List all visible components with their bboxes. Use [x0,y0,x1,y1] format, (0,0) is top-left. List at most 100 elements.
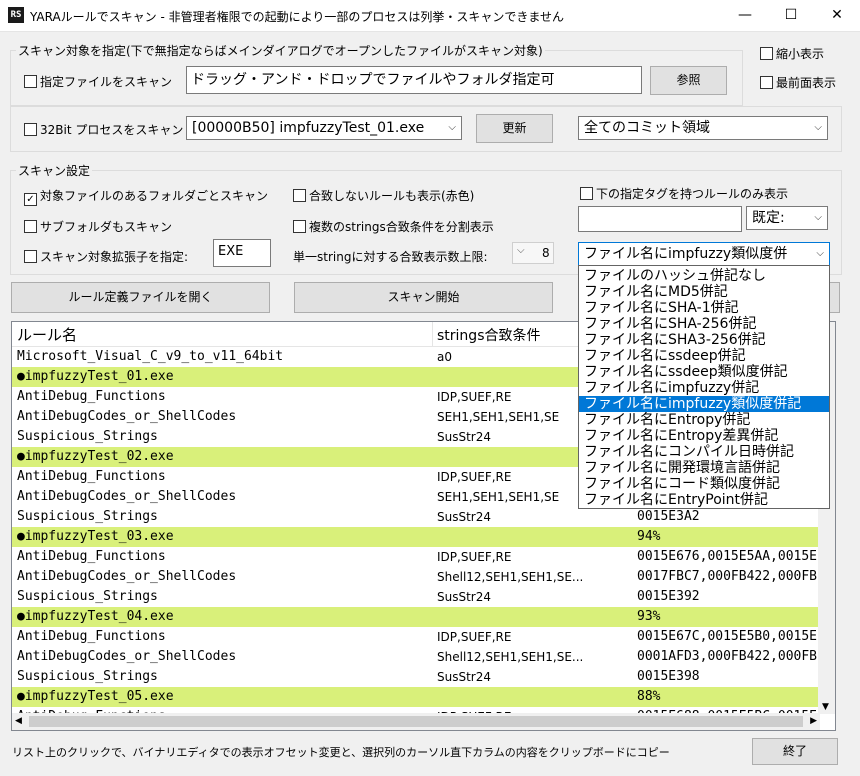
match-limit-label: 単一stringに対する合致表示数上限: [293,250,488,264]
chevron-down-icon: ⌵ [448,122,456,133]
scrollbar-thumb[interactable] [29,716,803,727]
rule-name-cell: AntiDebugCodes_or_ShellCodes [17,649,237,664]
offset-cell: 93% [637,609,661,624]
offset-cell: 0015E67C,0015E5B0,0015E [637,629,818,644]
table-row[interactable]: ●impfuzzyTest_03.exe 94% [12,527,822,547]
region-select[interactable]: 全てのコミット領域 ⌵ [578,116,828,140]
header-rule-name[interactable]: ルール名 [17,324,77,345]
chevron-down-icon[interactable]: ⌵ [517,245,525,256]
header-divider [432,322,433,346]
horizontal-scrollbar[interactable]: ◀ ▶ [12,713,820,730]
topmost-display-checkbox[interactable]: 最前面表示 [760,74,836,91]
extension-input[interactable]: EXE [213,239,271,267]
checkbox-box[interactable] [760,47,773,60]
dropdown-option[interactable]: ファイルのハッシュ併記なし [579,268,829,284]
close-window-button[interactable]: ✕ [814,0,860,31]
extension-checkbox[interactable]: スキャン対象拡張子を指定: [24,248,188,265]
checkbox-box[interactable] [24,220,37,233]
checkbox-box[interactable] [580,187,593,200]
match-limit-spinner[interactable]: ⌵ 8 [512,242,554,264]
hash-append-dropdown[interactable]: ファイルのハッシュ併記なし ファイル名にMD5併記 ファイル名にSHA-1併記 ファイ… [578,265,830,509]
refresh-button[interactable]: 更新 [476,114,553,143]
strings-condition-cell: Shell12,SEH1,SEH1,SE... [437,570,584,584]
dropdown-option[interactable]: ファイル名にコード類似度併記 [579,476,829,492]
dropdown-option[interactable]: ファイル名にコンパイル日時併記 [579,444,829,460]
process-scan-checkbox[interactable]: 32Bit プロセスをスキャン [24,121,183,138]
offset-cell: 0015E3A2 [637,509,700,524]
checkbox-checked[interactable]: ✓ [24,193,37,206]
start-scan-button[interactable]: スキャン開始 [294,282,553,313]
rule-name-cell: ●impfuzzyTest_01.exe [17,369,174,384]
chevron-down-icon: ⌵ [814,122,822,133]
table-row[interactable]: AntiDebug_Functions IDP,SUEF,RE 0015E67C,0… [12,627,822,647]
rule-name-cell: AntiDebug_Functions [17,389,166,404]
folder-scan-checkbox[interactable]: ✓ 対象ファイルのあるフォルダごとスキャン [24,187,268,206]
table-row[interactable]: Suspicious_Strings SusStr24 0015E398 [12,667,822,687]
split-strings-checkbox[interactable]: 複数のstrings合致条件を分割表示 [293,218,494,235]
checkbox-box[interactable] [293,189,306,202]
dropdown-option[interactable]: ファイル名にEntryPoint併記 [579,492,829,508]
table-row[interactable]: Suspicious_Strings SusStr24 0015E3A2 [12,507,822,527]
open-rules-button[interactable]: ルール定義ファイルを開く [11,282,270,313]
rule-name-cell: Microsoft_Visual_C_v9_to_v11_64bit [17,349,284,364]
rule-name-cell: Suspicious_Strings [17,589,158,604]
dropdown-option[interactable]: ファイル名にSHA3-256併記 [579,332,829,348]
table-row[interactable]: Suspicious_Strings SusStr24 0015E392 [12,587,822,607]
tag-select[interactable]: 既定: ⌵ [746,206,828,230]
header-strings-condition[interactable]: strings合致条件 [437,325,540,345]
table-row[interactable]: AntiDebugCodes_or_ShellCodes Shell12,SEH1… [12,567,822,587]
chevron-down-icon: ⌵ [816,248,824,259]
dropdown-option[interactable]: ファイル名にMD5併記 [579,284,829,300]
table-row[interactable]: ●impfuzzyTest_05.exe 88% [12,687,822,707]
rule-name-cell: ●impfuzzyTest_04.exe [17,609,174,624]
strings-condition-cell: SusStr24 [437,510,491,524]
specify-file-checkbox[interactable]: 指定ファイルをスキャン [24,73,172,90]
offset-cell: 0015E392 [637,589,700,604]
maximize-button[interactable]: ☐ [768,0,814,31]
table-row[interactable]: AntiDebug_Functions IDP,SUEF,RE 0015E676,0… [12,547,822,567]
close-button[interactable]: 終了 [752,738,838,765]
rule-name-cell: AntiDebugCodes_or_ShellCodes [17,489,237,504]
rule-name-cell: AntiDebugCodes_or_ShellCodes [17,409,237,424]
scroll-left-icon[interactable]: ◀ [15,716,22,726]
rule-name-cell: AntiDebug_Functions [17,549,166,564]
dropdown-option[interactable]: ファイル名にssdeep併記 [579,348,829,364]
scroll-right-icon[interactable]: ▶ [810,716,817,726]
browse-button[interactable]: 参照 [650,66,727,95]
checkbox-box[interactable] [293,220,306,233]
strings-condition-cell: IDP,SUEF,RE [437,630,512,644]
rule-name-cell: AntiDebug_Functions [17,469,166,484]
show-unmatched-checkbox[interactable]: 合致しないルールも表示(赤色) [293,187,474,204]
table-row[interactable]: ●impfuzzyTest_04.exe 93% [12,607,822,627]
scan-target-group-label: スキャン対象を指定(下で無指定ならばメインダイアログでオープンしたファイルがスキ… [16,42,545,59]
dropdown-option[interactable]: ファイル名にimpfuzzy類似度併記 [579,396,829,412]
scroll-down-icon[interactable]: ▼ [822,702,829,712]
checkbox-box[interactable] [24,250,37,263]
strings-condition-cell: IDP,SUEF,RE [437,550,512,564]
rule-name-cell: Suspicious_Strings [17,509,158,524]
minimize-display-checkbox[interactable]: 縮小表示 [760,45,824,62]
file-path-input[interactable]: ドラッグ・アンド・ドロップでファイルやフォルダ指定可 [186,66,642,94]
subfolder-scan-checkbox[interactable]: サブフォルダもスキャン [24,218,172,235]
tag-only-checkbox[interactable]: 下の指定タグを持つルールのみ表示 [580,185,788,202]
tag-input[interactable] [578,206,742,232]
checkbox-box[interactable] [24,75,37,88]
dropdown-option[interactable]: ファイル名に開発環境言語併記 [579,460,829,476]
rule-name-cell: AntiDebug_Functions [17,629,166,644]
minimize-button[interactable]: — [722,0,768,31]
hash-append-select[interactable]: ファイル名にimpfuzzy類似度併 ⌵ [578,242,830,266]
dropdown-option[interactable]: ファイル名にimpfuzzy併記 [579,380,829,396]
table-row[interactable]: AntiDebugCodes_or_ShellCodes Shell12,SEH1… [12,647,822,667]
title-bar: RS YARAルールでスキャン - 非管理者権限での起動により一部のプロセスは列… [0,0,860,32]
dropdown-option[interactable]: ファイル名にSHA-256併記 [579,316,829,332]
dropdown-option[interactable]: ファイル名にssdeep類似度併記 [579,364,829,380]
dropdown-option[interactable]: ファイル名にSHA-1併記 [579,300,829,316]
checkbox-box[interactable] [24,123,37,136]
rule-name-cell: ●impfuzzyTest_05.exe [17,689,174,704]
process-select[interactable]: [00000B50] impfuzzyTest_01.exe ⌵ [186,116,462,140]
checkbox-box[interactable] [760,76,773,89]
app-icon: RS [8,7,24,23]
dropdown-option[interactable]: ファイル名にEntropy併記 [579,412,829,428]
dropdown-option[interactable]: ファイル名にEntropy差異併記 [579,428,829,444]
match-limit-value: 8 [542,246,550,260]
